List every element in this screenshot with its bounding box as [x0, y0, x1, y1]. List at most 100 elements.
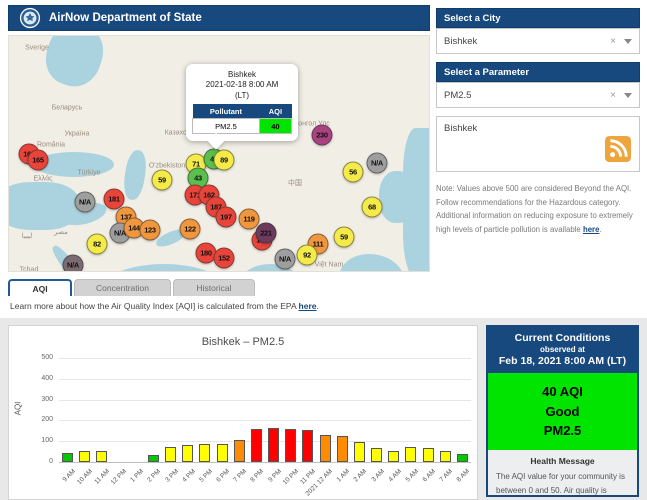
parameter-clear-icon[interactable]: × [610, 90, 616, 101]
aqi-map-marker[interactable]: 152 [213, 247, 235, 269]
map-popup: Bishkek 2021-02-18 8:00 AM (LT) Pollutan… [186, 64, 298, 150]
chart-gridline [59, 420, 471, 422]
note-here-link[interactable]: here [583, 225, 599, 234]
chart-x-tick: 1 PM [129, 468, 146, 484]
chart-bar [233, 440, 245, 462]
chart-x-tick: 8 AM [455, 468, 472, 484]
aqi-map-marker[interactable]: 165 [27, 149, 49, 171]
chart-bar [405, 447, 417, 462]
learn-more-text: Learn more about how the Air Quality Ind… [10, 301, 319, 311]
chart-x-tick: 6 PM [215, 468, 232, 484]
chart-y-tick: 0 [49, 458, 53, 465]
tab-aqi[interactable]: AQI [8, 279, 72, 296]
map-country-label: 中国 [288, 180, 302, 187]
aqi-map-marker[interactable]: 123 [139, 219, 161, 241]
chart-y-tick: 100 [41, 437, 53, 445]
chart-x-tick: 3 PM [163, 468, 180, 484]
chart-bar [96, 450, 108, 462]
city-dropdown-value: Bishkek [444, 35, 478, 47]
rss-feed-icon[interactable] [605, 136, 631, 165]
learn-more-before: Learn more about how the Air Quality Ind… [10, 301, 299, 311]
chart-x-tick: 2 AM [352, 468, 369, 484]
baltic-sea-shape [38, 36, 111, 93]
chart-x-tick: 3 AM [370, 468, 386, 484]
bottom-section: Bishkek – PM2.5 AQI 0 100 200 300 400 500 9 A… [0, 318, 647, 500]
select-city-header: Select a City [436, 8, 640, 28]
arabian-sea-shape [97, 264, 231, 271]
aqi-map-marker[interactable]: 197 [215, 206, 237, 228]
aqi-map-marker[interactable]: N/A [366, 152, 388, 174]
aqi-map-marker[interactable]: 56 [342, 161, 364, 183]
chart-bar [285, 428, 297, 462]
chart-bar [165, 447, 177, 462]
aqi-chart: Bishkek – PM2.5 AQI 0 100 200 300 400 500 9 A… [8, 325, 478, 500]
city-caret-icon[interactable] [624, 38, 632, 44]
map-country-label: O'zbekiston [148, 162, 186, 170]
chart-bar [456, 453, 468, 462]
chart-x-tick: 12 PM [109, 468, 129, 487]
popup-timezone: (LT) [234, 90, 250, 100]
chart-y-tick: 300 [41, 395, 53, 403]
aqi-map[interactable]: Sverige Беларусь Україна România Ελλάς Türkiy… [8, 35, 430, 272]
aqi-map-marker[interactable]: 82 [86, 233, 108, 255]
chart-x-tick: 11 AM [93, 468, 111, 486]
chart-y-axis-label: AQI [13, 401, 23, 416]
popup-city: Bishkek [227, 70, 256, 79]
tab-concentration[interactable]: Concentration [74, 279, 171, 296]
chart-x-tick: 2 PM [146, 468, 163, 484]
aqi-map-marker[interactable]: 68 [361, 196, 383, 218]
app-header: AirNow Department of State [8, 5, 430, 31]
tab-historical[interactable]: Historical [173, 279, 255, 296]
current-conditions-header: Current Conditions observed at Feb 18, 2… [488, 327, 637, 373]
chart-gridline [59, 462, 471, 463]
parameter-dropdown[interactable]: PM2.5 × [436, 82, 640, 108]
city-clear-icon[interactable]: × [610, 36, 616, 47]
map-country-label: Беларусь [51, 104, 83, 112]
aqi-map-marker[interactable]: N/A [74, 191, 96, 213]
chart-y-tick: 200 [41, 416, 53, 424]
chart-x-tick: 7 PM [232, 468, 249, 484]
chart-gridline [59, 358, 471, 359]
chart-x-tick: 8 PM [249, 468, 266, 484]
learn-more-here-link[interactable]: here [299, 301, 317, 311]
aqi-map-marker[interactable]: 230 [311, 124, 333, 146]
chart-y-tick: 400 [41, 374, 53, 382]
chart-bar [250, 428, 262, 462]
health-message-header: Health Message [530, 455, 595, 466]
chart-x-tick: 10 AM [75, 468, 94, 486]
aqi-map-marker[interactable]: 89 [213, 149, 235, 171]
aqi-map-marker[interactable]: N/A [62, 254, 84, 271]
dept-of-state-seal-icon [19, 7, 41, 29]
aqi-map-marker[interactable]: N/A [274, 248, 296, 270]
chart-bar [388, 450, 400, 462]
aqi-map-marker[interactable]: 92 [296, 244, 318, 266]
current-conditions-datetime: Feb 18, 2021 8:00 AM (LT) [498, 355, 627, 367]
map-country-label: ليبيا [21, 233, 33, 240]
sea-of-japan-shape [403, 128, 429, 271]
aqi-map-marker[interactable]: 59 [151, 169, 173, 191]
south-china-sea-shape [339, 254, 405, 271]
chart-bar [268, 427, 280, 462]
map-country-label: Türkiye [77, 169, 101, 177]
rss-city-label: Bishkek [444, 123, 478, 134]
chart-title: Bishkek – PM2.5 [201, 336, 285, 348]
parameter-caret-icon[interactable] [624, 92, 632, 98]
current-conditions-title: Current Conditions [514, 332, 611, 344]
map-country-label: Ελλάς [33, 175, 53, 183]
chart-x-tick: 4 AM [387, 468, 403, 484]
aqi-map-marker[interactable]: 221 [255, 222, 277, 244]
chart-bar [302, 429, 314, 462]
current-aqi-pollutant: PM2.5 [543, 423, 582, 438]
learn-more-period: . [316, 301, 319, 311]
city-dropdown[interactable]: Bishkek × [436, 28, 640, 54]
current-aqi-block: 40 AQI Good PM2.5 [488, 373, 637, 450]
chart-x-tick: 1 AM [335, 468, 352, 484]
aqi-map-marker[interactable]: 59 [333, 226, 355, 248]
caspian-sea-shape [121, 148, 149, 202]
map-country-label: Tchad [19, 266, 39, 272]
chart-bar [216, 443, 228, 462]
app-title: AirNow Department of State [49, 12, 202, 24]
select-parameter-header: Select a Parameter [436, 62, 640, 82]
aqi-map-marker[interactable]: 122 [179, 218, 201, 240]
chart-gridline [59, 378, 471, 380]
